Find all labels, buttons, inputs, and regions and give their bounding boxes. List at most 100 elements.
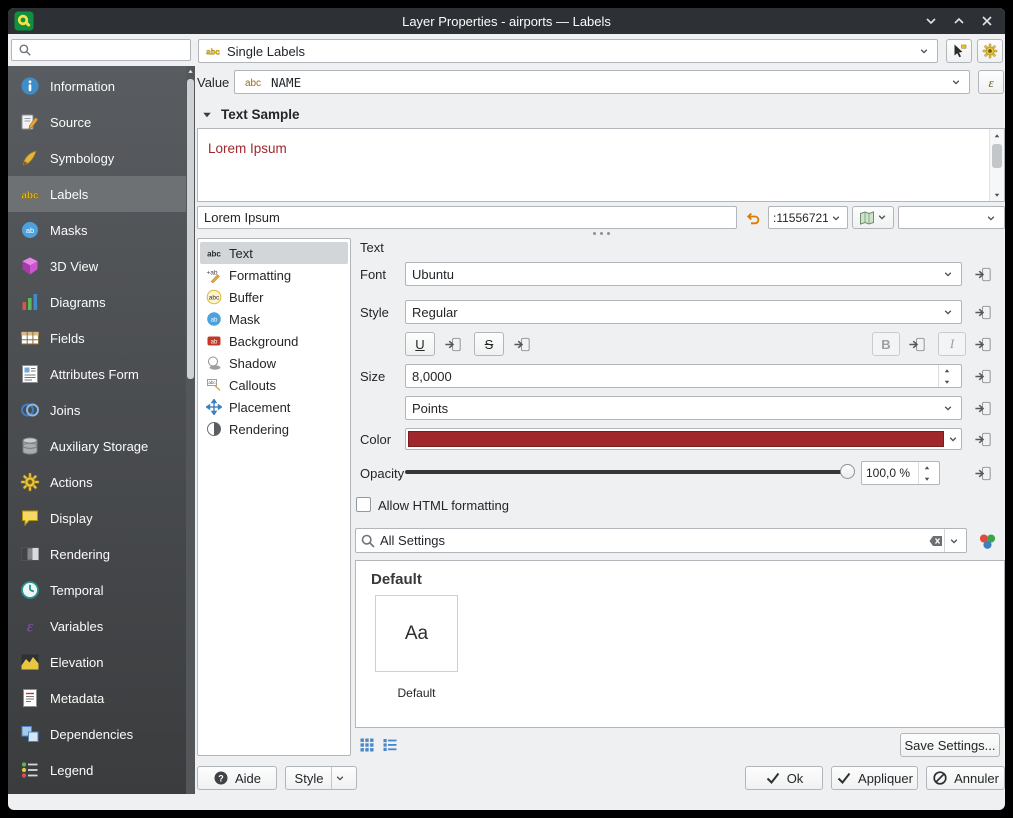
- font-style-combo[interactable]: Regular: [405, 300, 962, 324]
- underline-button[interactable]: U: [405, 332, 435, 356]
- sidebar-item-variables[interactable]: εVariables: [8, 608, 195, 644]
- scroll-down-icon[interactable]: [990, 188, 1004, 201]
- sidebar-item-masks[interactable]: abMasks: [8, 212, 195, 248]
- size-override-button[interactable]: [970, 364, 996, 388]
- spin-down-icon[interactable]: [939, 376, 955, 387]
- strikethrough-button[interactable]: S: [474, 332, 504, 356]
- map-scale-button[interactable]: [852, 206, 894, 229]
- settings-search-combo[interactable]: [355, 528, 967, 553]
- tab-background[interactable]: abBackground: [200, 330, 348, 352]
- tab-placement[interactable]: Placement: [200, 396, 348, 418]
- allow-html-checkbox[interactable]: [356, 497, 371, 512]
- svg-text:abc: abc: [209, 295, 220, 302]
- opacity-spin-buttons[interactable]: [918, 462, 935, 484]
- color-override-button[interactable]: [970, 427, 996, 451]
- text-sample-section-header[interactable]: Text Sample: [201, 107, 300, 122]
- tab-mask[interactable]: abMask: [200, 308, 348, 330]
- spin-up-icon[interactable]: [939, 365, 955, 376]
- window-maximize-button[interactable]: [951, 13, 967, 29]
- sidebar-item-diagrams[interactable]: Diagrams: [8, 284, 195, 320]
- sidebar-item-fields[interactable]: Fields: [8, 320, 195, 356]
- spin-up-icon[interactable]: [919, 462, 935, 473]
- cancel-button[interactable]: Annuler: [926, 766, 1005, 790]
- size-spinbox[interactable]: 8,0000: [405, 364, 962, 388]
- sidebar-search-input[interactable]: [32, 43, 184, 58]
- sidebar-item-display[interactable]: Display: [8, 500, 195, 536]
- automated-placement-button[interactable]: [977, 39, 1003, 63]
- chevron-down-icon[interactable]: [944, 529, 962, 552]
- style-item-default[interactable]: AaDefault: [375, 595, 458, 700]
- italic-override-button[interactable]: [970, 332, 996, 356]
- help-button[interactable]: ? Aide: [197, 766, 277, 790]
- label-mode-combo[interactable]: abc Single Labels: [198, 39, 938, 63]
- sidebar-item-labels[interactable]: abcLabels: [8, 176, 195, 212]
- sidebar-item-joins[interactable]: Joins: [8, 392, 195, 428]
- scrollbar-thumb[interactable]: [187, 79, 194, 379]
- reset-sample-button[interactable]: [741, 206, 765, 229]
- preview-scrollbar[interactable]: [989, 129, 1004, 201]
- opacity-slider[interactable]: [405, 461, 853, 483]
- label-toolbar-button[interactable]: [946, 39, 972, 63]
- sidebar-item-temporal[interactable]: Temporal: [8, 572, 195, 608]
- tab-text[interactable]: abcText: [200, 242, 348, 264]
- font-color-button[interactable]: [405, 428, 962, 450]
- scroll-up-icon[interactable]: [990, 129, 1004, 142]
- window-close-button[interactable]: [979, 13, 995, 29]
- sample-scale-combo[interactable]: :11556721: [768, 206, 848, 229]
- opacity-spinbox[interactable]: 100,0 %: [861, 461, 940, 485]
- tab-shadow[interactable]: Shadow: [200, 352, 348, 374]
- sidebar-item-label: Temporal: [50, 583, 103, 598]
- size-unit-combo[interactable]: Points: [405, 396, 962, 420]
- sidebar-item-source[interactable]: Source: [8, 104, 195, 140]
- sidebar-item-symbology[interactable]: Symbology: [8, 140, 195, 176]
- italic-button[interactable]: I: [938, 332, 966, 356]
- tab-buffer[interactable]: abcBuffer: [200, 286, 348, 308]
- sidebar-search[interactable]: [11, 39, 191, 61]
- sidebar-scrollbar[interactable]: [186, 66, 195, 794]
- sidebar-item-dependencies[interactable]: Dependencies: [8, 716, 195, 752]
- sidebar-item-elevation[interactable]: Elevation: [8, 644, 195, 680]
- sidebar-item-actions[interactable]: Actions: [8, 464, 195, 500]
- sample-text-input[interactable]: [197, 206, 737, 229]
- tab-callouts[interactable]: abcCallouts: [200, 374, 348, 396]
- icon-view-button[interactable]: [357, 735, 377, 755]
- settings-search-input[interactable]: [376, 533, 928, 548]
- size-spin-buttons[interactable]: [938, 365, 955, 387]
- scrollbar-thumb[interactable]: [992, 144, 1002, 168]
- style-override-button[interactable]: [970, 300, 996, 324]
- list-view-button[interactable]: [380, 735, 400, 755]
- bold-override-button[interactable]: [904, 332, 930, 356]
- tab-rendering[interactable]: Rendering: [200, 418, 348, 440]
- bold-button[interactable]: B: [872, 332, 900, 356]
- strikethrough-override-button[interactable]: [509, 332, 535, 356]
- sidebar-item-rendering[interactable]: Rendering: [8, 536, 195, 572]
- style-menu-button[interactable]: Style: [285, 766, 357, 790]
- value-field-combo[interactable]: abc NAME: [234, 70, 970, 94]
- scrollbar-track[interactable]: [990, 142, 1004, 188]
- sidebar-item-attributes-form[interactable]: Attributes Form: [8, 356, 195, 392]
- sidebar-item-auxiliary-storage[interactable]: Auxiliary Storage: [8, 428, 195, 464]
- size-unit-override-button[interactable]: [970, 396, 996, 420]
- sidebar-item-metadata[interactable]: Metadata: [8, 680, 195, 716]
- expression-builder-button[interactable]: ε: [978, 70, 1004, 94]
- opacity-override-button[interactable]: [970, 461, 996, 485]
- clear-search-icon[interactable]: [928, 533, 944, 549]
- font-combo[interactable]: Ubuntu: [405, 262, 962, 286]
- tab-label: Background: [229, 334, 298, 349]
- splitter-handle[interactable]: [197, 230, 1005, 237]
- sidebar-item-3d-view[interactable]: 3D View: [8, 248, 195, 284]
- save-settings-button[interactable]: Save Settings...: [900, 733, 1000, 757]
- tab-formatting[interactable]: +abFormatting: [200, 264, 348, 286]
- sidebar-item-legend[interactable]: Legend: [8, 752, 195, 788]
- sample-background-combo[interactable]: [898, 206, 1005, 229]
- apply-button[interactable]: Appliquer: [831, 766, 918, 790]
- style-manager-button[interactable]: [975, 529, 999, 553]
- spin-down-icon[interactable]: [919, 473, 935, 484]
- font-override-button[interactable]: [970, 262, 996, 286]
- slider-handle[interactable]: [840, 464, 855, 479]
- sidebar-item-information[interactable]: Information: [8, 68, 195, 104]
- window-minimize-button[interactable]: [923, 13, 939, 29]
- ok-button[interactable]: Ok: [745, 766, 823, 790]
- underline-override-button[interactable]: [440, 332, 466, 356]
- scroll-up-icon[interactable]: [186, 68, 195, 75]
